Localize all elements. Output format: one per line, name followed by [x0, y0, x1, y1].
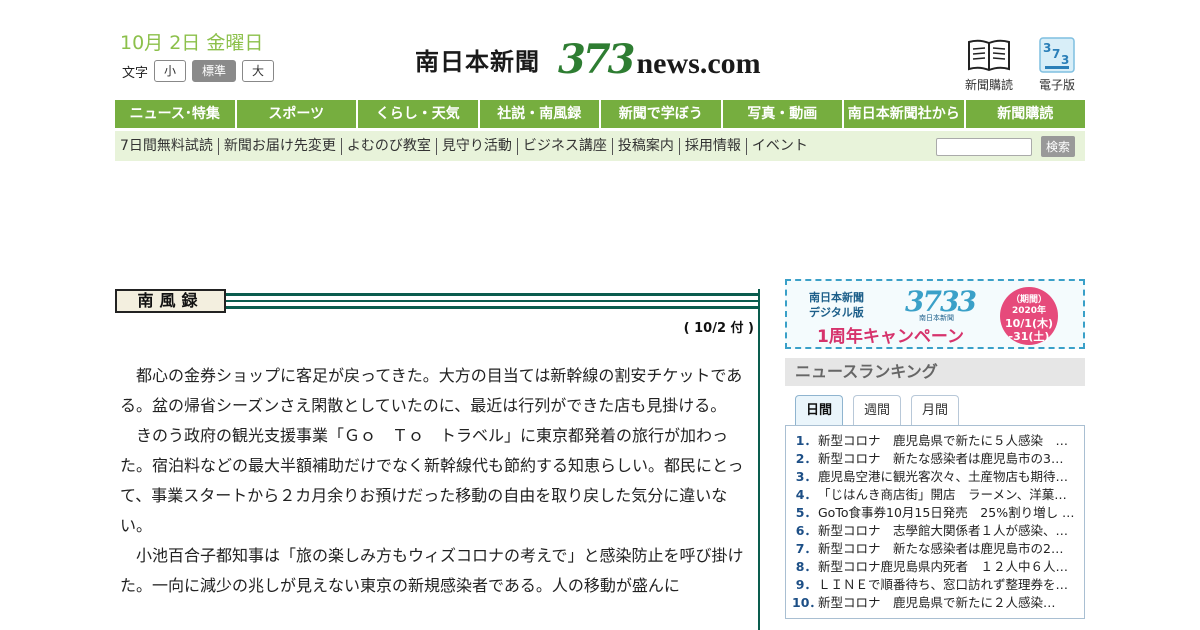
nav-item-life-weather[interactable]: くらし・天気 [358, 100, 480, 128]
site-search: 検索 [935, 136, 1075, 157]
nav-item-company[interactable]: 南日本新聞社から [844, 100, 966, 128]
subnav-business-course[interactable]: ビジネス講座 [518, 137, 613, 155]
rank-title[interactable]: 新型コロナ 志學館大関係者１人が感染、… [818, 522, 1080, 540]
column-date: ( 10/2 付 ) [683, 321, 754, 336]
nav-item-subscribe[interactable]: 新聞購読 [965, 100, 1085, 128]
rank-number: 5． [795, 505, 817, 520]
subscribe-label: 新聞購読 [964, 78, 1013, 92]
subnav-free-trial[interactable]: 7日間無料試読 [120, 137, 219, 155]
font-size-small-button[interactable]: 小 [154, 60, 187, 82]
subnav-watch-activity[interactable]: 見守り活動 [437, 137, 518, 155]
rank-number: 3． [795, 469, 817, 484]
rank-number: 6． [795, 523, 817, 538]
column-body: 都心の金券ショップに客足が戻ってきた。大方の目当ては新幹線の割安チケットである。… [120, 361, 752, 601]
rank-number: 9． [795, 577, 817, 592]
site-header: 10月 2日 金曜日 文字 小 標準 大 南日本新聞 373 news.com [115, 22, 1085, 98]
rank-title[interactable]: 新型コロナ 鹿児島県で新たに５人感染 … [818, 432, 1080, 450]
column-title: 南風録 [115, 289, 226, 313]
rank-title[interactable]: 新型コロナ 新たな感染者は鹿児島市の2… [818, 540, 1080, 558]
logo-site-name: 373 news.com [558, 36, 761, 83]
font-size-standard-button[interactable]: 標準 [192, 60, 237, 82]
banner-line2: デジタル版 [809, 306, 864, 319]
list-item[interactable]: 2． 新型コロナ 新たな感染者は鹿児島市の3… [792, 450, 1080, 468]
rank-number: 10． [792, 595, 822, 610]
site-logo[interactable]: 南日本新聞 373 news.com [415, 36, 761, 83]
banner-brand: 南日本新聞 デジタル版 [809, 290, 864, 320]
subnav-delivery-change[interactable]: 新聞お届け先変更 [219, 137, 342, 155]
font-size-large-button[interactable]: 大 [242, 60, 275, 82]
subnav-reading-class[interactable]: よむのび教室 [342, 137, 437, 155]
rank-number: 7． [795, 541, 817, 556]
digital-edition-shortcut[interactable]: 3 7 3 電子版 [1039, 36, 1075, 93]
sub-nav: 7日間無料試読 新聞お届け先変更 よむのび教室 見守り活動 ビジネス講座 投稿案… [115, 131, 1085, 161]
list-item[interactable]: 1． 新型コロナ 鹿児島県で新たに５人感染 … [792, 432, 1080, 450]
column-header-rule [226, 293, 758, 309]
search-input[interactable] [935, 137, 1032, 156]
digital-edition-icon: 3 7 3 [1039, 36, 1075, 74]
tab-daily[interactable]: 日間 [795, 395, 843, 426]
list-item[interactable]: 7． 新型コロナ 新たな感染者は鹿児島市の2… [792, 540, 1080, 558]
tab-weekly[interactable]: 週間 [853, 395, 901, 426]
subnav-recruitment[interactable]: 採用情報 [680, 137, 747, 155]
column-paragraph: きのう政府の観光支援事業「Ｇｏ Ｔｏ トラベル」に東京都発着の旅行が加わった。宿… [120, 426, 744, 535]
list-item[interactable]: 9． ＬＩＮＥで順番待ち、窓口訪れず整理券を… [792, 576, 1080, 594]
logo-number: 373 [558, 36, 635, 83]
ranking-list: 1． 新型コロナ 鹿児島県で新たに５人感染 … 2． 新型コロナ 新たな感染者は鹿児… [785, 425, 1085, 619]
search-button[interactable]: 検索 [1040, 136, 1075, 157]
column-paragraph: 都心の金券ショップに客足が戻ってきた。大方の目当ては新幹線の割安チケットである。… [120, 366, 743, 415]
ranking-heading: ニュースランキング [785, 358, 1085, 386]
digital-edition-label: 電子版 [1038, 78, 1075, 92]
column-paragraph: 小池百合子都知事は「旅の楽しみ方もウィズコロナの考えで」と感染防止を呼び掛けた。… [120, 546, 744, 595]
rank-number: 8． [795, 559, 817, 574]
svg-text:7: 7 [1052, 47, 1060, 61]
rank-title[interactable]: 新型コロナ 新たな感染者は鹿児島市の3… [818, 450, 1080, 468]
rank-title[interactable]: 鹿児島空港に観光客次々、土産物店も期待… [818, 468, 1080, 486]
banner-period-year: 2020年 [1011, 306, 1047, 316]
header-shortcuts: 新聞購読 3 7 3 電子版 [965, 36, 1075, 93]
svg-text:3: 3 [1043, 41, 1051, 55]
nav-item-photo-video[interactable]: 写真・動画 [722, 100, 844, 128]
nav-item-news[interactable]: ニュース･特集 [115, 100, 237, 128]
logo-japanese-name: 南日本新聞 [415, 47, 540, 76]
font-size-switcher: 文字 小 標準 大 [122, 60, 275, 82]
tab-monthly[interactable]: 月間 [911, 395, 959, 426]
banner-line1: 南日本新聞 [809, 291, 864, 304]
list-item[interactable]: 5． GoTo食事券10月15日発売 25%割り増し … [792, 504, 1080, 522]
subnav-submission-guide[interactable]: 投稿案内 [613, 137, 680, 155]
banner-period-start: 10/1(木) [1004, 317, 1054, 330]
subnav-events[interactable]: イベント [747, 138, 813, 155]
banner-period-badge: （期間） 2020年 10/1(木) -31(土) [1000, 287, 1058, 345]
rank-title[interactable]: 新型コロナ鹿児島県内死者 １２人中６人… [818, 558, 1080, 576]
list-item[interactable]: 6． 新型コロナ 志學館大関係者１人が感染、… [792, 522, 1080, 540]
current-date: 10月 2日 金曜日 [120, 32, 264, 54]
column-header: 南風録 [115, 289, 758, 313]
logo-domain: news.com [636, 47, 761, 80]
subscribe-shortcut[interactable]: 新聞購読 [965, 36, 1013, 93]
banner-period-label: （期間） [1010, 295, 1047, 305]
svg-text:3: 3 [1061, 53, 1069, 67]
ranking-tabs: 日間 週間 月間 [795, 395, 959, 426]
rank-title[interactable]: ＬＩＮＥで順番待ち、窓口訪れず整理券を… [818, 576, 1080, 594]
rank-number: 4． [795, 487, 817, 502]
rank-title[interactable]: 「じはんき商店街」開店 ラーメン、洋菓… [818, 486, 1080, 504]
rank-title[interactable]: GoTo食事券10月15日発売 25%割り増し … [818, 504, 1080, 522]
main-nav: ニュース･特集 スポーツ くらし・天気 社説・南風録 新聞で学ぼう 写真・動画 … [115, 100, 1085, 128]
rank-number: 2． [795, 451, 817, 466]
nav-item-learn[interactable]: 新聞で学ぼう [601, 100, 723, 128]
newspaper-icon [966, 36, 1012, 74]
rank-number: 1． [795, 433, 817, 448]
list-item[interactable]: 10． 新型コロナ 鹿児島県で新たに２人感染… [792, 594, 1080, 612]
nav-item-sports[interactable]: スポーツ [236, 100, 358, 128]
nav-item-editorial[interactable]: 社説・南風録 [479, 100, 601, 128]
banner-period-end: -31(土) [1008, 330, 1050, 343]
list-item[interactable]: 3． 鹿児島空港に観光客次々、土産物店も期待… [792, 468, 1080, 486]
rank-title[interactable]: 新型コロナ 鹿児島県で新たに２人感染… [818, 594, 1080, 612]
font-size-label: 文字 [122, 65, 149, 81]
list-item[interactable]: 8． 新型コロナ鹿児島県内死者 １２人中６人… [792, 558, 1080, 576]
banner-campaign: 1周年キャンペーン [817, 327, 964, 347]
campaign-banner[interactable]: 南日本新聞 デジタル版 3733 南日本新聞 1周年キャンペーン （期間） 20… [785, 279, 1085, 349]
list-item[interactable]: 4． 「じはんき商店街」開店 ラーメン、洋菓… [792, 486, 1080, 504]
column-article: 南風録 ( 10/2 付 ) 都心の金券ショップに客足が戻ってきた。大方の目当て… [115, 289, 760, 630]
